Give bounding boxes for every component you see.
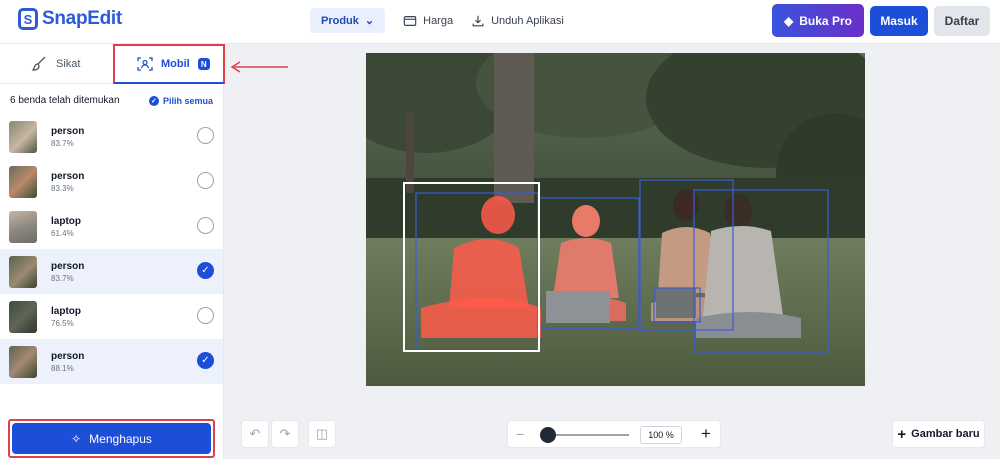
tool-tabs: Sikat Mobil N — [0, 44, 225, 84]
pro-label: Buka Pro — [799, 13, 852, 28]
editor-canvas[interactable] — [366, 53, 865, 386]
object-label: laptop — [51, 305, 81, 317]
erase-button-highlight: ✧ Menghapus — [8, 419, 215, 458]
card-icon — [403, 15, 417, 26]
redo-button[interactable]: ↷ — [271, 420, 299, 448]
app-header: S SnapEdit Produk ⌄ Harga Unduh Aplikasi… — [0, 0, 1000, 44]
object-checkbox[interactable]: ✓ — [197, 262, 214, 279]
download-icon — [472, 15, 484, 26]
product-label: Produk — [321, 14, 359, 27]
object-score: 83.3% — [51, 183, 74, 193]
object-thumbnail — [9, 300, 37, 333]
list-item[interactable]: person 83.7% ✓ — [0, 249, 223, 294]
plus-icon: + — [897, 425, 907, 443]
zoom-control: − 100 % + — [507, 420, 721, 448]
product-menu-button[interactable]: Produk ⌄ — [310, 8, 386, 33]
detected-objects-list: person 83.7% person 83.3% laptop 61.4% pers… — [0, 114, 223, 384]
magic-wand-icon: ✧ — [71, 431, 82, 446]
tab-brush[interactable]: Sikat — [30, 44, 80, 84]
checkmark-icon: ✓ — [201, 355, 210, 366]
brush-icon — [31, 56, 46, 71]
object-checkbox[interactable] — [197, 172, 214, 189]
object-thumbnail — [9, 165, 37, 198]
object-label: laptop — [51, 215, 81, 227]
zoom-slider-handle[interactable] — [540, 427, 557, 443]
pricing-label: Harga — [423, 14, 454, 27]
logo-mark-icon: S — [18, 8, 38, 30]
zoom-slider-track[interactable] — [544, 434, 629, 436]
erase-button[interactable]: ✧ Menghapus — [12, 423, 211, 454]
new-image-label: Gambar baru — [911, 428, 980, 440]
new-image-button[interactable]: + Gambar baru — [892, 420, 985, 448]
object-checkbox[interactable]: ✓ — [197, 352, 214, 369]
open-pro-button[interactable]: ◆ Buka Pro — [772, 4, 864, 37]
undo-icon: ↶ — [249, 426, 261, 441]
erase-label: Menghapus — [89, 431, 152, 446]
register-button[interactable]: Daftar — [934, 6, 990, 36]
object-thumbnail — [9, 255, 37, 288]
object-checkbox[interactable] — [197, 307, 214, 324]
zoom-value[interactable]: 100 % — [640, 426, 682, 444]
check-circle-icon: ✓ — [148, 95, 159, 106]
zoom-out-button[interactable]: − — [516, 426, 524, 442]
tab-mobile[interactable]: Mobil N — [113, 44, 225, 84]
object-label: person — [51, 260, 85, 272]
redo-icon: ↷ — [279, 426, 291, 441]
diamond-icon: ◆ — [784, 13, 794, 28]
snapedit-logo[interactable]: S SnapEdit — [18, 8, 122, 30]
object-score: 83.7% — [51, 138, 74, 148]
download-label: Unduh Aplikasi — [491, 14, 564, 27]
laptop-right — [656, 288, 696, 318]
object-score: 76.5% — [51, 318, 74, 328]
login-button[interactable]: Masuk — [870, 6, 928, 36]
found-count-text: 6 benda telah ditemukan — [10, 95, 120, 106]
object-score: 61.4% — [51, 228, 74, 238]
tab-brush-label: Sikat — [56, 58, 81, 70]
select-all-label: Pilih semua — [162, 95, 213, 106]
object-scan-icon — [137, 57, 153, 71]
list-item[interactable]: laptop 61.4% — [0, 204, 223, 249]
new-badge: N — [197, 58, 210, 70]
object-score: 83.7% — [51, 273, 74, 283]
object-thumbnail — [9, 345, 37, 378]
object-thumbnail — [9, 120, 37, 153]
tab-mobile-label: Mobil — [161, 58, 190, 70]
object-checkbox[interactable] — [197, 127, 214, 144]
logo-text: SnapEdit — [42, 8, 122, 29]
compare-icon: ◫ — [315, 426, 329, 441]
photo-scene — [366, 53, 865, 386]
list-item[interactable]: laptop 76.5% — [0, 294, 223, 339]
object-thumbnail — [9, 210, 37, 243]
checkmark-icon: ✓ — [201, 265, 210, 276]
list-item[interactable]: person 83.7% — [0, 114, 223, 159]
list-item[interactable]: person 83.3% — [0, 159, 223, 204]
pricing-link[interactable]: Harga — [403, 14, 453, 28]
chevron-down-icon: ⌄ — [364, 15, 375, 27]
object-label: person — [51, 350, 85, 362]
objects-panel: Sikat Mobil N 6 benda telah ditemukan ✓ … — [0, 44, 225, 459]
download-app-link[interactable]: Unduh Aplikasi — [471, 14, 564, 28]
laptop-center — [546, 291, 610, 323]
compare-button[interactable]: ◫ — [308, 420, 336, 448]
object-label: person — [51, 170, 85, 182]
found-summary: 6 benda telah ditemukan ✓ Pilih semua — [10, 95, 213, 106]
object-score: 88.1% — [51, 363, 74, 373]
select-all-button[interactable]: ✓ Pilih semua — [148, 95, 213, 106]
list-item[interactable]: person 88.1% ✓ — [0, 339, 223, 384]
top-nav: Produk ⌄ Harga Unduh Aplikasi — [310, 8, 564, 33]
object-checkbox[interactable] — [197, 217, 214, 234]
annotation-arrow — [230, 61, 288, 73]
zoom-in-button[interactable]: + — [701, 424, 711, 444]
object-label: person — [51, 125, 85, 137]
undo-button[interactable]: ↶ — [241, 420, 269, 448]
